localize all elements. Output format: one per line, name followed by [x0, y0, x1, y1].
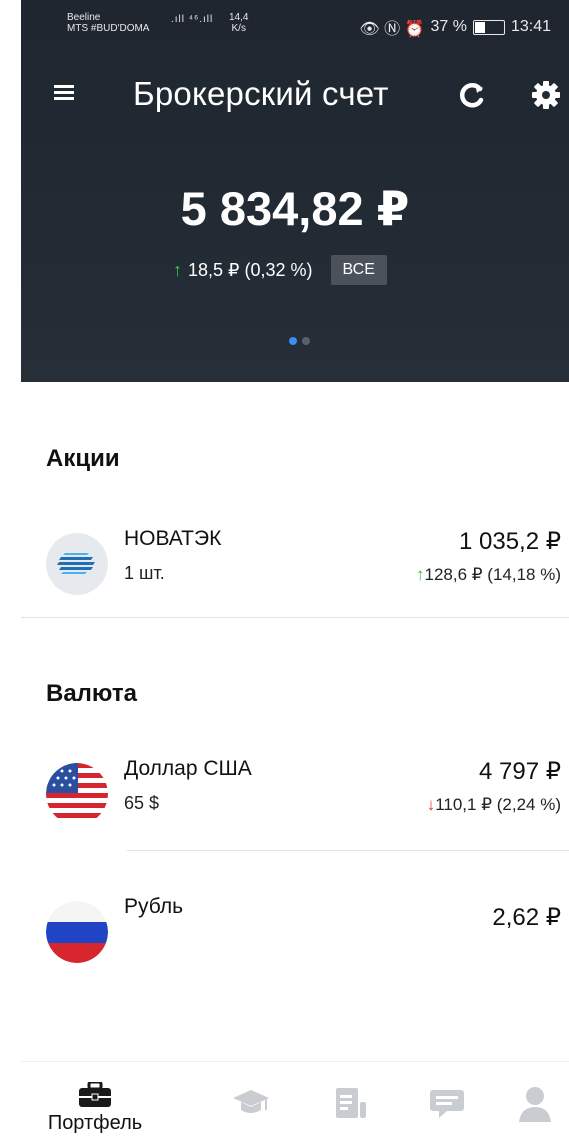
nav-item-portfolio[interactable]: Портфель [39, 1062, 151, 1136]
change-arrow-icon: ↑ [173, 259, 182, 280]
asset-change-value: 128,6 ₽ (14,18 %) [424, 565, 561, 584]
asset-row-usd[interactable]: Доллар США 65 $ 4 797 ₽ ↓110,1 ₽ (2,24 %… [46, 757, 561, 837]
page-title: Брокерский счет [133, 75, 389, 112]
asset-change: ↑128,6 ₽ (14,18 %) [416, 565, 561, 585]
clock: 13:41 [510, 18, 551, 35]
nav-item-news[interactable] [311, 1062, 391, 1136]
us-flag-icon [46, 763, 108, 825]
asset-name: Доллар США [124, 757, 252, 780]
battery-percent: 37 % [430, 18, 467, 35]
bottom-nav: Портфель [21, 1061, 569, 1136]
asset-name: Рубль [124, 895, 184, 918]
network-speed-unit: K/s [231, 23, 246, 34]
profile-icon [519, 1087, 551, 1122]
section-title-currency: Валюта [46, 680, 137, 707]
carrier-line-2: MTS #BUD'DOMA [67, 23, 150, 34]
status-bar: Beeline MTS #BUD'DOMA .ıll ⁴⁶.ıll 14,4 K… [21, 0, 569, 40]
nav-item-learning[interactable] [211, 1062, 291, 1136]
section-title-stocks: Акции [46, 445, 120, 472]
asset-quantity: 65 $ [124, 793, 160, 813]
page-dot-2[interactable] [302, 337, 310, 345]
asset-price: 4 797 ₽ [479, 758, 561, 785]
period-filter-button[interactable]: ВСЕ [330, 255, 387, 285]
page-indicator [289, 337, 310, 345]
asset-quantity: 1 шт. [124, 563, 165, 583]
signal-icon: .ıll ⁴⁶.ıll [171, 14, 214, 25]
battery-icon [472, 19, 505, 35]
news-icon [336, 1088, 366, 1118]
refresh-icon[interactable] [457, 80, 487, 110]
page-dot-1[interactable] [289, 337, 297, 345]
briefcase-icon [79, 1082, 111, 1107]
asset-change: ↓110,1 ₽ (2,24 %) [427, 795, 561, 815]
status-right: 👁 Ⓝ ⏰ 37 % 13:41 [359, 15, 551, 39]
gear-icon[interactable] [531, 80, 561, 110]
asset-price: 2,62 ₽ [492, 904, 561, 931]
account-header: Beeline MTS #BUD'DOMA .ıll ⁴⁶.ıll 14,4 K… [21, 0, 569, 382]
balance-change: ↑ 18,5 ₽ (0,32 %) ВСЕ [173, 255, 387, 285]
asset-price: 1 035,2 ₽ [458, 528, 561, 555]
asset-row-novatek[interactable]: НОВАТЭК 1 шт. 1 035,2 ₽ ↑128,6 ₽ (14,18 … [46, 527, 561, 607]
novatek-logo-icon [46, 533, 108, 595]
status-icons: 👁 Ⓝ ⏰ [359, 21, 425, 38]
asset-name: НОВАТЭК [124, 527, 222, 550]
nav-item-profile[interactable] [501, 1062, 569, 1136]
network-speed: 14,4 K/s [229, 12, 248, 34]
network-speed-value: 14,4 [229, 12, 249, 23]
section-divider [21, 617, 569, 618]
nav-item-chat[interactable] [407, 1062, 487, 1136]
change-value: 18,5 ₽ (0,32 %) [188, 259, 313, 280]
asset-change-value: 110,1 ₽ (2,24 %) [435, 795, 561, 814]
down-arrow-icon: ↓ [426, 795, 436, 814]
total-balance: 5 834,82 ₽ [180, 182, 410, 235]
graduation-cap-icon [233, 1090, 269, 1113]
carrier-line-1: Beeline [67, 12, 101, 23]
menu-icon[interactable] [54, 85, 74, 101]
carrier-info: Beeline MTS #BUD'DOMA [67, 12, 149, 34]
chat-icon [430, 1090, 464, 1118]
row-divider [127, 850, 569, 851]
nav-label-portfolio: Портфель [47, 1112, 143, 1134]
russia-flag-icon [46, 901, 108, 963]
asset-row-rub[interactable]: Рубль 2,62 ₽ [46, 895, 561, 975]
